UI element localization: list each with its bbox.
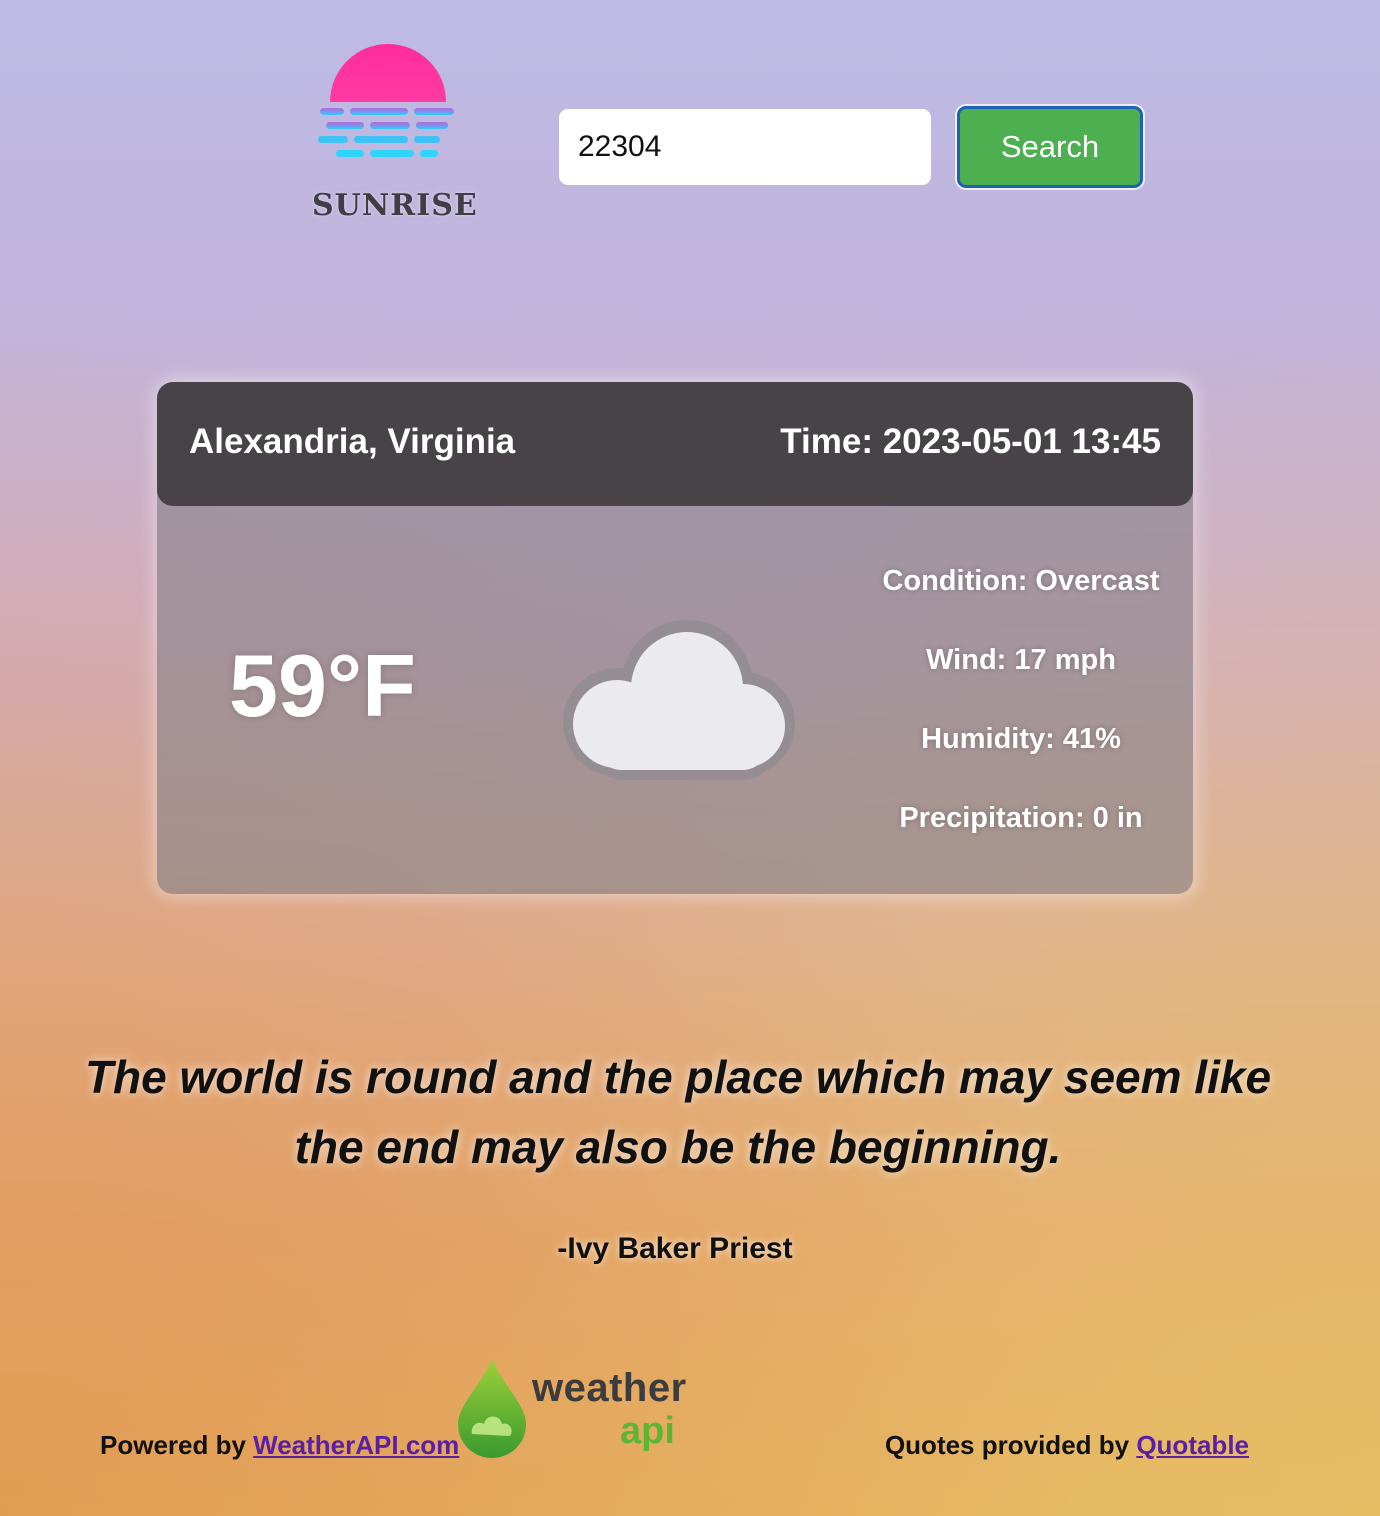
- quotable-link[interactable]: Quotable: [1136, 1430, 1249, 1460]
- wind-text: Wind: 17 mph: [926, 644, 1116, 676]
- weatherapi-logo-word2: api: [620, 1410, 675, 1452]
- search-input[interactable]: [559, 109, 931, 185]
- quote-text: The world is round and the place which m…: [84, 1051, 1272, 1173]
- temperature: 59°F: [229, 636, 416, 735]
- condition-text: Condition: Overcast: [882, 565, 1160, 597]
- local-time: Time: 2023-05-01 13:45: [780, 422, 1161, 461]
- weatherapi-logo[interactable]: weather api: [456, 1356, 686, 1460]
- weather-card-header: Alexandria, Virginia Time: 2023-05-01 13…: [157, 382, 1193, 506]
- sunrise-logo-icon: [318, 44, 454, 157]
- search-button[interactable]: Search: [957, 106, 1143, 188]
- weatherapi-link[interactable]: WeatherAPI.com: [253, 1430, 459, 1460]
- quotes-provided-by: Quotes provided by Quotable: [885, 1430, 1249, 1461]
- powered-by-label: Powered by: [100, 1430, 254, 1460]
- weather-card: Alexandria, Virginia Time: 2023-05-01 13…: [157, 382, 1193, 894]
- location-name: Alexandria, Virginia: [189, 422, 516, 461]
- weatherapi-drop-icon: [458, 1358, 526, 1458]
- cloud-icon: [563, 620, 795, 780]
- sunrise-logo: SUNRISE: [312, 36, 478, 232]
- weatherapi-logo-word1: weather: [532, 1366, 687, 1410]
- powered-by: Powered by WeatherAPI.com: [100, 1430, 459, 1461]
- quote-author: -Ivy Baker Priest: [557, 1232, 793, 1265]
- humidity-text: Humidity: 41%: [921, 723, 1121, 755]
- logo-text: SUNRISE: [312, 188, 478, 223]
- quotes-provided-by-label: Quotes provided by: [884, 1430, 1137, 1460]
- weather-details: Condition: Overcast Wind: 17 mph Humidit…: [863, 562, 1179, 878]
- precipitation-text: Precipitation: 0 in: [899, 802, 1143, 834]
